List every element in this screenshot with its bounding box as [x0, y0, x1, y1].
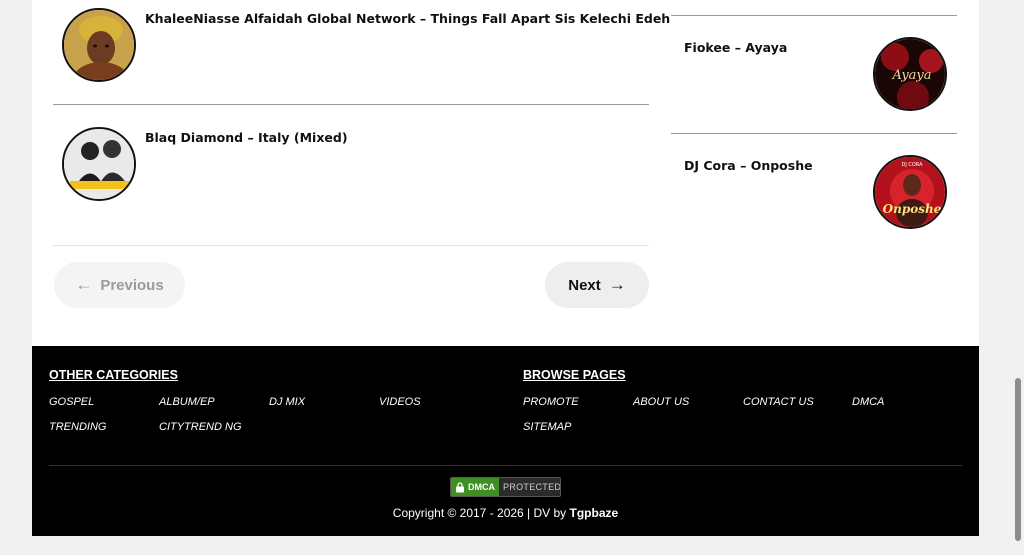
dmca-badge-right-text: PROTECTED [499, 478, 560, 496]
cover-text: Onposhe [883, 202, 942, 216]
category-link-videos[interactable]: VIDEOS [379, 396, 421, 408]
category-link-citytrend[interactable]: CITYTREND NG [159, 421, 242, 433]
sidebar-item[interactable]: Fiokee – Ayaya Ayaya [671, 16, 957, 133]
page-link-promote[interactable]: PROMOTE [523, 396, 579, 408]
page-link-sitemap[interactable]: SITEMAP [523, 421, 571, 433]
page: KhaleeNiasse Alfaidah Global Network – T… [32, 0, 979, 555]
page-scrollbar[interactable] [1012, 0, 1024, 555]
category-link-djmix[interactable]: DJ MIX [269, 396, 305, 408]
cover-top-text: DJ CORA [901, 162, 923, 168]
copyright: Copyright © 2017 - 2026 | DV by Tgpbaze [32, 506, 979, 520]
lock-icon [456, 481, 464, 492]
post-item[interactable]: KhaleeNiasse Alfaidah Global Network – T… [53, 0, 670, 104]
category-link-gospel[interactable]: GOSPEL [49, 396, 94, 408]
album-cover-icon: Ayaya [875, 39, 945, 109]
category-link-album[interactable]: ALBUM/EP [159, 396, 215, 408]
sidebar-item-title[interactable]: Fiokee – Ayaya [684, 40, 787, 55]
footer-divider [49, 465, 962, 466]
album-cover-icon: DJ CORA Onposhe [875, 157, 945, 227]
sidebar-item-cover[interactable]: DJ CORA Onposhe [873, 155, 947, 229]
next-label: Next [568, 276, 601, 294]
arrow-right-icon: → [608, 275, 626, 294]
sidebar-item[interactable]: DJ Cora – Onposhe DJ CORA Onposhe [671, 134, 957, 244]
main-content: KhaleeNiasse Alfaidah Global Network – T… [32, 0, 979, 346]
page-link-about[interactable]: ABOUT US [633, 396, 689, 408]
next-button[interactable]: Next → [545, 262, 649, 308]
copyright-text: Copyright © 2017 - 2026 | DV by [392, 506, 570, 520]
dmca-badge-left-text: DMCA [468, 482, 495, 492]
page-link-dmca[interactable]: DMCA [852, 396, 884, 408]
two-artists-cover-icon [64, 129, 134, 199]
previous-label: Previous [100, 276, 164, 294]
arrow-left-icon: ← [75, 275, 93, 294]
post-divider [53, 245, 649, 246]
post-item[interactable]: Blaq Diamond – Italy (Mixed) [53, 105, 649, 245]
post-title[interactable]: Blaq Diamond – Italy (Mixed) [145, 130, 348, 145]
dmca-badge[interactable]: DMCA PROTECTED [450, 477, 561, 497]
post-title[interactable]: KhaleeNiasse Alfaidah Global Network – T… [145, 11, 670, 26]
copyright-brand-link[interactable]: Tgpbaze [570, 506, 619, 520]
scrollbar-thumb[interactable] [1015, 378, 1021, 541]
post-thumbnail[interactable] [62, 8, 136, 82]
post-thumbnail[interactable] [62, 127, 136, 201]
sidebar-item-title[interactable]: DJ Cora – Onposhe [684, 158, 813, 173]
browse-pages-heading: BROWSE PAGES [523, 368, 626, 382]
page-link-contact[interactable]: CONTACT US [743, 396, 814, 408]
sidebar-item-cover[interactable]: Ayaya [873, 37, 947, 111]
cover-text: Ayaya [891, 68, 931, 83]
site-footer: OTHER CATEGORIES GOSPEL ALBUM/EP DJ MIX … [32, 346, 979, 536]
category-link-trending[interactable]: TRENDING [49, 421, 106, 433]
woman-portrait-icon [64, 10, 134, 80]
other-categories-heading: OTHER CATEGORIES [49, 368, 178, 382]
previous-button[interactable]: ← Previous [54, 262, 185, 308]
